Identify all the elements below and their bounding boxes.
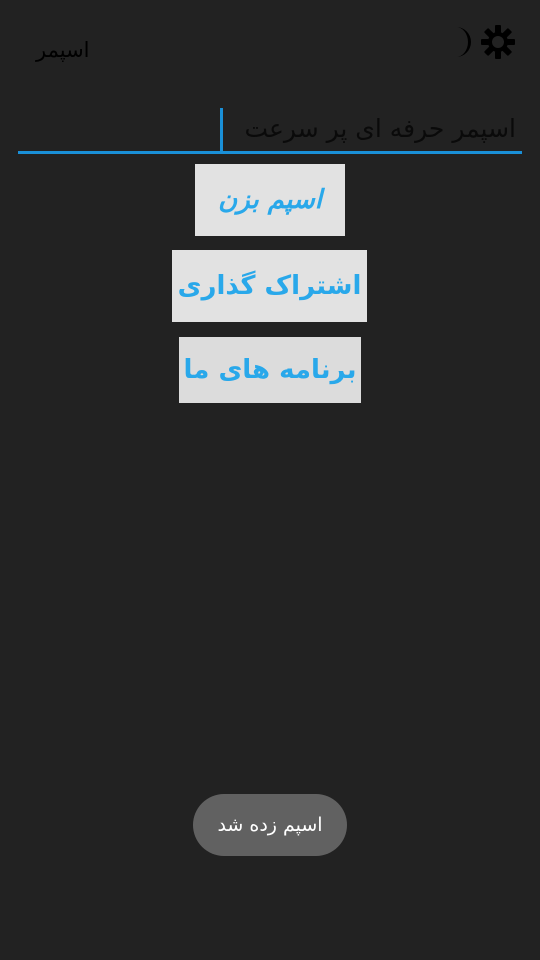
our-apps-button[interactable]: برنامه های ما: [179, 337, 361, 403]
text-cursor: [220, 108, 223, 152]
app-screen: اسپمر اسپمر حرفه ای پر سرعت اسپم بزن اشت…: [0, 0, 540, 960]
message-input-field[interactable]: [18, 106, 522, 154]
action-bar: اسپمر: [0, 0, 540, 90]
toast-message: اسپم زده شد: [193, 794, 347, 856]
gear-icon[interactable]: [480, 24, 516, 60]
app-title: اسپمر: [36, 38, 90, 62]
moon-icon[interactable]: [444, 24, 480, 60]
share-button[interactable]: اشتراک گذاری: [172, 250, 367, 322]
spam-button[interactable]: اسپم بزن: [195, 164, 345, 236]
message-input[interactable]: [18, 106, 522, 151]
